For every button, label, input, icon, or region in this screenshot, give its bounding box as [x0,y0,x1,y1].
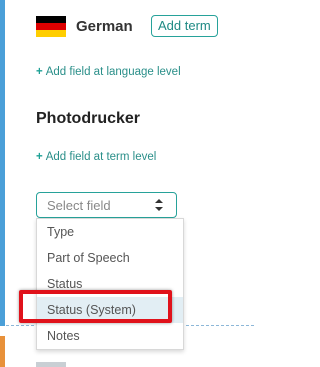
option-status-system[interactable]: Status (System) [37,297,183,323]
sort-arrows-icon [155,199,163,211]
field-select-placeholder: Select field [47,198,111,213]
language-name: German [76,18,133,35]
next-language-flag-icon [36,362,66,367]
plus-icon: + [36,151,43,163]
german-flag-icon [36,16,66,37]
option-status[interactable]: Status [37,271,183,297]
option-notes[interactable]: Notes [37,323,183,349]
language-accent-bar [0,0,5,326]
term-title: Photodrucker [36,110,141,127]
add-language-field-link[interactable]: + Add field at language level [36,65,181,79]
field-options-dropdown: Type Part of Speech Status Status (Syste… [36,218,184,350]
add-term-field-label: Add field at term level [45,151,157,163]
language-panel: German Add term + Add field at language l… [0,0,254,367]
plus-icon: + [36,66,43,78]
add-term-field-link[interactable]: + Add field at term level [36,150,156,164]
field-select[interactable]: Select field [36,192,177,218]
add-term-button[interactable]: Add term [151,15,218,37]
option-type[interactable]: Type [37,219,183,245]
option-part-of-speech[interactable]: Part of Speech [37,245,183,271]
add-language-field-label: Add field at language level [45,66,181,78]
next-language-accent-bar [0,336,5,367]
